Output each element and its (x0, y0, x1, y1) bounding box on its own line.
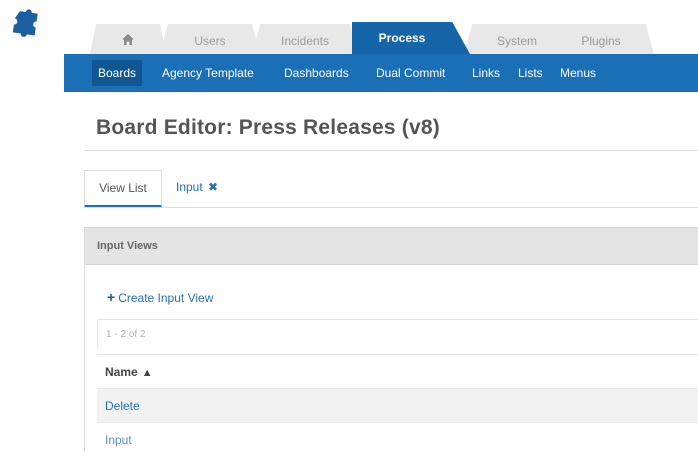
create-input-view-link[interactable]: + Create Input View (107, 289, 213, 305)
plus-icon: + (107, 289, 116, 305)
sub-navigation-bar: Boards Agency Template Dashboards Dual C… (64, 54, 698, 92)
tab-process[interactable]: Process (352, 22, 470, 54)
row-name-link[interactable]: Input (105, 433, 132, 447)
sort-ascending-icon: ▲ (141, 367, 153, 379)
subnav-lists[interactable]: Lists (512, 60, 549, 86)
subnav-boards[interactable]: Boards (92, 60, 143, 86)
subnav-menus[interactable]: Menus (554, 60, 602, 86)
subnav-agency-template[interactable]: Agency Template (156, 60, 260, 86)
subnav-links[interactable]: Links (466, 60, 506, 86)
column-header-name[interactable]: Name ▲ (97, 354, 698, 388)
tab-view-list[interactable]: View List (84, 170, 162, 208)
close-icon[interactable]: ✖ (208, 170, 218, 204)
page-title: Board Editor: Press Releases (v8) (96, 116, 440, 139)
editor-tabs: View List Input ✖ (84, 170, 698, 208)
tabs-divider (84, 207, 698, 208)
tab-input-label: Input (176, 180, 203, 194)
input-views-panel: Input Views + Create Input View 1 - 2 of … (84, 227, 698, 456)
row-name-link[interactable]: Delete (105, 399, 140, 413)
subnav-dual-commit[interactable]: Dual Commit (370, 60, 451, 86)
tab-home[interactable] (90, 24, 166, 54)
tab-plugins[interactable]: Plugins (548, 24, 654, 54)
table-row[interactable]: Delete (97, 388, 698, 422)
tab-input[interactable]: Input ✖ (176, 170, 218, 208)
tab-incidents[interactable]: Incidents (252, 24, 358, 54)
pagination-count: 1 - 2 of 2 (97, 319, 698, 349)
create-input-view-label: Create Input View (118, 291, 214, 305)
tab-users[interactable]: Users (160, 24, 260, 54)
title-divider (84, 150, 698, 151)
puzzle-piece-icon (12, 9, 38, 37)
subnav-dashboards[interactable]: Dashboards (278, 60, 355, 86)
home-icon (122, 34, 134, 46)
top-tab-bar: Users Incidents System Plugins Process (90, 22, 698, 54)
column-header-label: Name (105, 365, 138, 379)
panel-header: Input Views (85, 227, 698, 265)
